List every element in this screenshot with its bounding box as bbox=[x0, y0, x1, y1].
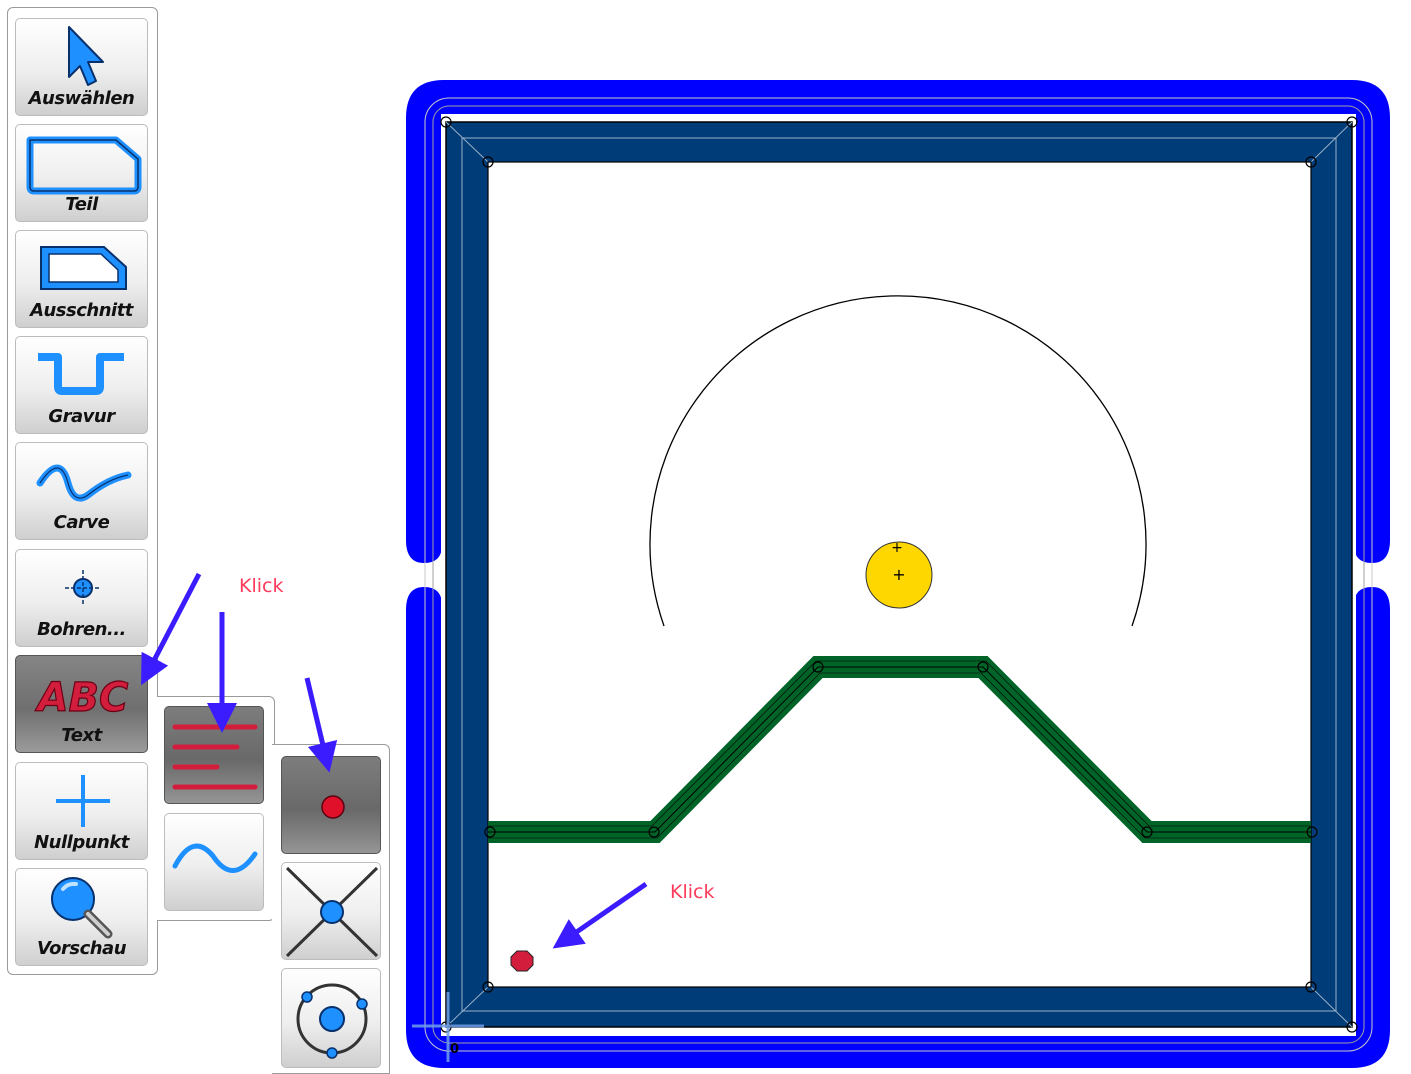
part-tool-label: Teil bbox=[65, 194, 98, 215]
preview-tool-label: Vorschau bbox=[36, 938, 127, 959]
intersection-anchor-icon bbox=[285, 866, 379, 958]
select-tool-button[interactable]: Auswählen bbox=[15, 18, 148, 116]
origin-tool-label: Nullpunkt bbox=[34, 832, 129, 853]
circle-anchor-icon bbox=[296, 983, 368, 1059]
engrave-tool-label: Gravur bbox=[48, 406, 115, 427]
part-tool-button[interactable]: Teil bbox=[15, 124, 148, 222]
preview-tool-button[interactable]: Vorschau bbox=[15, 868, 148, 966]
intersection-anchor-button[interactable] bbox=[281, 862, 381, 960]
text-tool-button[interactable]: ABC Text bbox=[15, 655, 148, 753]
drill-tool-label: Bohren... bbox=[37, 619, 126, 640]
wave-text-icon bbox=[172, 843, 258, 873]
text-lines-icon bbox=[172, 724, 258, 790]
carve-tool-button[interactable]: Carve bbox=[15, 442, 148, 540]
point-anchor-icon bbox=[321, 795, 345, 819]
annotation-label-klick-1: Klick bbox=[239, 575, 284, 597]
text-tool-label: Text bbox=[61, 725, 102, 746]
text-lines-button[interactable] bbox=[164, 706, 264, 804]
text-start-point[interactable] bbox=[510, 950, 534, 972]
cutout-tool-button[interactable]: Ausschnitt bbox=[15, 230, 148, 328]
annotation-label-klick-2: Klick bbox=[670, 881, 715, 903]
engrave-tool-button[interactable]: Gravur bbox=[15, 336, 148, 434]
drill-tool-button[interactable]: Bohren... bbox=[15, 549, 148, 647]
abc-glyphs: ABC bbox=[35, 675, 129, 721]
svg-text:+: + bbox=[892, 565, 905, 584]
point-anchor-button[interactable] bbox=[281, 756, 381, 854]
wave-text-button[interactable] bbox=[164, 813, 264, 911]
carve-tool-label: Carve bbox=[53, 512, 110, 533]
select-tool-label: Auswählen bbox=[28, 88, 135, 109]
cutout-tool-label: Ausschnitt bbox=[30, 300, 133, 321]
circle-anchor-button[interactable] bbox=[281, 968, 381, 1068]
origin-label: 0 bbox=[450, 1042, 459, 1057]
svg-text:+: + bbox=[891, 540, 903, 556]
origin-tool-button[interactable]: Nullpunkt bbox=[15, 762, 148, 860]
